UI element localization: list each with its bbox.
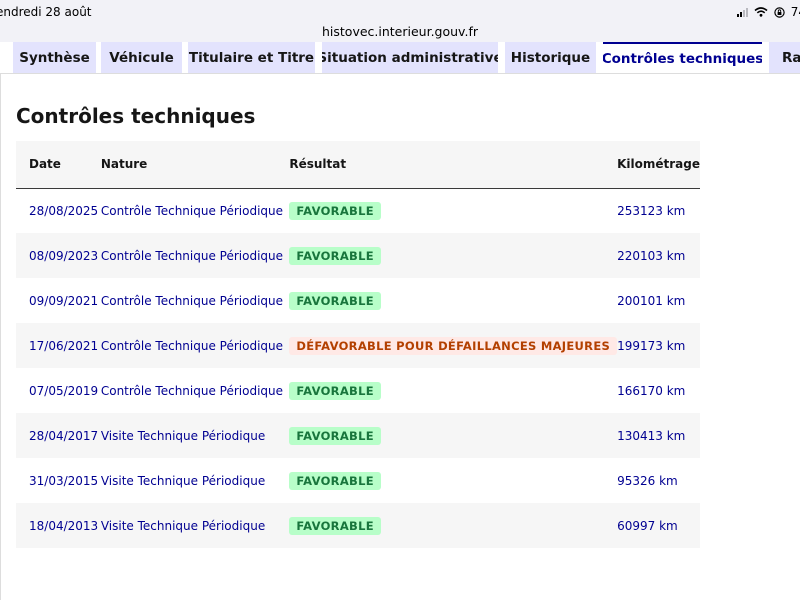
battery-level: 74: [790, 5, 800, 19]
table-header-row: Date Nature Résultat Kilométrage: [16, 141, 700, 188]
status-bar: endredi 28 août 74: [0, 0, 800, 22]
tab-historique[interactable]: Historique: [505, 42, 596, 73]
inspections-table: Date Nature Résultat Kilométrage 28/08/2…: [16, 141, 700, 548]
row-nature: Visite Technique Périodique: [100, 428, 266, 443]
status-badge: DÉFAVORABLE POUR DÉFAILLANCES MAJEURES: [289, 336, 618, 355]
row-mileage: 200101 km: [617, 293, 686, 308]
row-mileage: 60997 km: [617, 518, 678, 533]
row-result: FAVORABLE: [289, 503, 617, 548]
url-text[interactable]: histovec.interieur.gouv.fr: [322, 24, 478, 39]
tab-titulaire[interactable]: Titulaire et Titre: [188, 42, 315, 73]
table-row: 17/06/2021 Contrôle Technique Périodique D…: [16, 323, 700, 368]
table-row: 08/09/2023 Contrôle Technique Périodique F…: [16, 233, 700, 278]
tab-panel: Contrôles techniques Date Nature Résulta…: [0, 73, 800, 600]
row-date: 28/04/2017: [29, 428, 99, 443]
row-mileage: 166170 km: [617, 383, 686, 398]
table-row: 07/05/2019 Contrôle Technique Périodique F…: [16, 368, 700, 413]
row-mileage: 95326 km: [617, 473, 678, 488]
address-bar[interactable]: histovec.interieur.gouv.fr: [0, 22, 800, 42]
row-nature: Contrôle Technique Périodique: [100, 203, 284, 218]
row-result: FAVORABLE: [289, 278, 617, 323]
row-date: 17/06/2021: [29, 338, 99, 353]
row-nature: Visite Technique Périodique: [100, 518, 266, 533]
tab-bar: Synthèse Véhicule Titulaire et Titre Sit…: [0, 42, 800, 74]
row-date: 31/03/2015: [29, 473, 99, 488]
status-badge: FAVORABLE: [289, 246, 381, 265]
status-badge: FAVORABLE: [289, 291, 381, 310]
tab-situation-administrative[interactable]: Situation administrative: [322, 42, 498, 73]
table-row: 09/09/2021 Contrôle Technique Périodique F…: [16, 278, 700, 323]
row-result: FAVORABLE: [289, 368, 617, 413]
row-date: 28/08/2025: [29, 203, 99, 218]
status-badge: FAVORABLE: [289, 201, 381, 220]
header-result: Résultat: [289, 157, 347, 172]
row-mileage: 253123 km: [617, 203, 686, 218]
table-row: 28/04/2017 Visite Technique Périodique FAV…: [16, 413, 700, 458]
tab-synthese[interactable]: Synthèse: [13, 42, 96, 73]
row-result: FAVORABLE: [289, 188, 617, 233]
row-nature: Contrôle Technique Périodique: [100, 293, 284, 308]
status-time: endredi 28 août: [0, 5, 92, 19]
header-mileage: Kilométrage: [617, 157, 700, 172]
row-result: FAVORABLE: [289, 458, 617, 503]
signal-icon: [736, 7, 748, 17]
wifi-icon: [754, 7, 768, 17]
row-nature: Contrôle Technique Périodique: [100, 338, 284, 353]
table-row: 18/04/2013 Visite Technique Périodique FAV…: [16, 503, 700, 548]
row-result: DÉFAVORABLE POUR DÉFAILLANCES MAJEURES: [289, 323, 618, 368]
row-nature: Contrôle Technique Périodique: [100, 383, 284, 398]
status-badge: FAVORABLE: [289, 426, 381, 445]
row-mileage: 199173 km: [617, 338, 686, 353]
row-result: FAVORABLE: [289, 233, 617, 278]
row-date: 08/09/2023: [29, 248, 99, 263]
row-nature: Contrôle Technique Périodique: [100, 248, 284, 263]
status-badge: FAVORABLE: [289, 516, 381, 535]
status-badge: FAVORABLE: [289, 381, 381, 400]
table-row: 31/03/2015 Visite Technique Périodique FAV…: [16, 458, 700, 503]
section-title: Contrôles techniques: [16, 104, 256, 128]
row-nature: Visite Technique Périodique: [100, 473, 266, 488]
row-result: FAVORABLE: [289, 413, 617, 458]
status-badge: FAVORABLE: [289, 471, 381, 490]
screen-lock-icon: [774, 6, 785, 18]
header-date: Date: [29, 157, 61, 172]
row-date: 09/09/2021: [29, 293, 99, 308]
row-mileage: 220103 km: [617, 248, 686, 263]
header-nature: Nature: [100, 157, 148, 172]
row-mileage: 130413 km: [617, 428, 686, 443]
tab-vehicule[interactable]: Véhicule: [101, 42, 182, 73]
tab-controles-techniques[interactable]: Contrôles techniques: [603, 42, 762, 74]
row-date: 18/04/2013: [29, 518, 99, 533]
table-row: 28/08/2025 Contrôle Technique Périodique F…: [16, 188, 700, 233]
row-date: 07/05/2019: [29, 383, 99, 398]
tab-rapport[interactable]: Rap: [769, 42, 800, 73]
status-icons: 74: [736, 5, 800, 19]
